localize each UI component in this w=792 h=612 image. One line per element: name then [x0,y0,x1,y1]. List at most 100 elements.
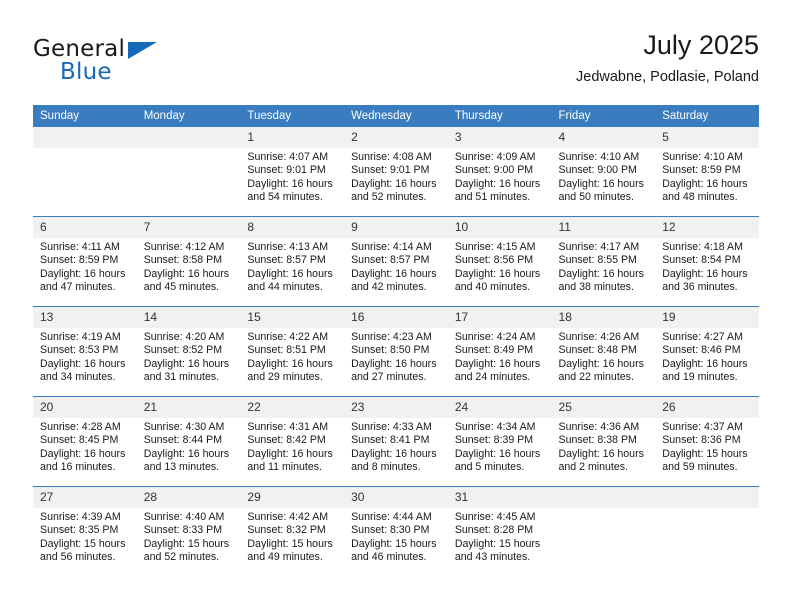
daylight-text-line1: Daylight: 16 hours [247,357,333,370]
week-row: 20 Sunrise: 4:28 AM Sunset: 8:45 PM Dayl… [33,396,759,487]
day-number: 24 [447,397,552,418]
day-cell[interactable]: 10 Sunrise: 4:15 AM Sunset: 8:56 PM Dayl… [447,216,552,307]
day-number: 25 [551,397,656,418]
day-cell[interactable]: 14 Sunrise: 4:20 AM Sunset: 8:52 PM Dayl… [136,306,241,397]
daylight-text-line1: Daylight: 16 hours [351,177,437,190]
day-cell[interactable]: 28 Sunrise: 4:40 AM Sunset: 8:33 PM Dayl… [136,486,241,576]
day-number: 30 [344,487,448,508]
day-cell[interactable]: 31 Sunrise: 4:45 AM Sunset: 8:28 PM Dayl… [447,486,552,576]
day-cell[interactable]: 15 Sunrise: 4:22 AM Sunset: 8:51 PM Dayl… [240,306,345,397]
day-cell[interactable]: 13 Sunrise: 4:19 AM Sunset: 8:53 PM Dayl… [33,306,137,397]
day-cell[interactable]: 16 Sunrise: 4:23 AM Sunset: 8:50 PM Dayl… [344,306,448,397]
daylight-text-line1: Daylight: 16 hours [143,267,230,280]
sunset-text: Sunset: 8:44 PM [143,434,223,447]
day-details: Sunrise: 4:42 AM Sunset: 8:32 PM Dayligh… [240,508,344,565]
day-details: Sunrise: 4:30 AM Sunset: 8:44 PM Dayligh… [137,418,241,475]
day-details: Sunrise: 4:10 AM Sunset: 8:59 PM Dayligh… [655,148,759,205]
day-details: Sunrise: 4:28 AM Sunset: 8:45 PM Dayligh… [33,418,137,475]
daylight-text-line2: and 44 minutes. [247,281,323,294]
weekday-header-monday: Monday [136,105,241,127]
sunset-text: Sunset: 8:59 PM [40,254,119,267]
day-cell[interactable]: 5 Sunrise: 4:10 AM Sunset: 8:59 PM Dayli… [655,126,759,217]
day-number [551,487,656,508]
day-cell[interactable]: 27 Sunrise: 4:39 AM Sunset: 8:35 PM Dayl… [33,486,137,576]
sunrise-text: Sunrise: 4:17 AM [558,241,640,253]
day-cell[interactable]: 21 Sunrise: 4:30 AM Sunset: 8:44 PM Dayl… [136,396,241,487]
day-cell[interactable]: 23 Sunrise: 4:33 AM Sunset: 8:41 PM Dayl… [344,396,448,487]
day-cell[interactable] [33,126,137,217]
sunset-text: Sunset: 8:41 PM [351,434,430,447]
day-number: 29 [240,487,345,508]
day-number: 12 [655,217,759,238]
day-cell[interactable]: 25 Sunrise: 4:36 AM Sunset: 8:38 PM Dayl… [551,396,656,487]
daylight-text-line2: and 22 minutes. [558,371,634,384]
sunset-text: Sunset: 8:58 PM [143,254,223,267]
day-number: 21 [136,397,241,418]
day-cell[interactable]: 9 Sunrise: 4:14 AM Sunset: 8:57 PM Dayli… [344,216,448,307]
sunset-text: Sunset: 8:56 PM [454,254,534,267]
day-cell[interactable]: 3 Sunrise: 4:09 AM Sunset: 9:00 PM Dayli… [447,126,552,217]
day-number: 4 [551,127,656,148]
week-row: 27 Sunrise: 4:39 AM Sunset: 8:35 PM Dayl… [33,486,759,576]
day-cell[interactable]: 2 Sunrise: 4:08 AM Sunset: 9:01 PM Dayli… [344,126,448,217]
day-cell[interactable]: 1 Sunrise: 4:07 AM Sunset: 9:01 PM Dayli… [240,126,345,217]
day-cell[interactable]: 8 Sunrise: 4:13 AM Sunset: 8:57 PM Dayli… [240,216,345,307]
sunset-text: Sunset: 8:46 PM [662,344,741,357]
day-cell[interactable] [551,486,656,576]
day-details [33,148,137,151]
daylight-text-line1: Daylight: 16 hours [662,357,748,370]
day-cell[interactable]: 26 Sunrise: 4:37 AM Sunset: 8:36 PM Dayl… [655,396,759,487]
sunrise-text: Sunrise: 4:23 AM [351,331,432,343]
sunset-text: Sunset: 8:39 PM [454,434,534,447]
day-cell[interactable]: 29 Sunrise: 4:42 AM Sunset: 8:32 PM Dayl… [240,486,345,576]
daylight-text-line1: Daylight: 16 hours [351,267,437,280]
day-cell[interactable]: 20 Sunrise: 4:28 AM Sunset: 8:45 PM Dayl… [33,396,137,487]
day-cell[interactable]: 18 Sunrise: 4:26 AM Sunset: 8:48 PM Dayl… [551,306,656,397]
day-details: Sunrise: 4:10 AM Sunset: 9:00 PM Dayligh… [552,148,656,205]
daylight-text-line1: Daylight: 16 hours [558,447,644,460]
day-cell[interactable]: 17 Sunrise: 4:24 AM Sunset: 8:49 PM Dayl… [447,306,552,397]
sunrise-text: Sunrise: 4:40 AM [143,511,225,523]
day-cell[interactable] [655,486,759,576]
sunrise-text: Sunrise: 4:15 AM [454,241,536,253]
sunrise-text: Sunrise: 4:14 AM [351,241,432,253]
weekday-header-wednesday: Wednesday [344,105,448,127]
day-cell[interactable]: 24 Sunrise: 4:34 AM Sunset: 8:39 PM Dayl… [447,396,552,487]
day-cell[interactable]: 6 Sunrise: 4:11 AM Sunset: 8:59 PM Dayli… [33,216,137,307]
sunset-text: Sunset: 8:35 PM [40,524,119,537]
sunrise-text: Sunrise: 4:44 AM [351,511,432,523]
sunrise-text: Sunrise: 4:42 AM [247,511,329,523]
day-cell[interactable]: 12 Sunrise: 4:18 AM Sunset: 8:54 PM Dayl… [655,216,759,307]
day-details: Sunrise: 4:19 AM Sunset: 8:53 PM Dayligh… [33,328,137,385]
day-details [552,508,656,511]
daylight-text-line2: and 54 minutes. [247,191,323,204]
day-cell[interactable]: 11 Sunrise: 4:17 AM Sunset: 8:55 PM Dayl… [551,216,656,307]
day-details: Sunrise: 4:45 AM Sunset: 8:28 PM Dayligh… [448,508,552,565]
daylight-text-line1: Daylight: 16 hours [40,447,126,460]
day-details: Sunrise: 4:22 AM Sunset: 8:51 PM Dayligh… [240,328,344,385]
day-cell[interactable]: 19 Sunrise: 4:27 AM Sunset: 8:46 PM Dayl… [655,306,759,397]
sunset-text: Sunset: 9:01 PM [247,164,326,177]
daylight-text-line2: and 36 minutes. [662,281,738,294]
sunrise-text: Sunrise: 4:30 AM [143,421,225,433]
daylight-text-line1: Daylight: 16 hours [351,447,437,460]
day-number: 26 [655,397,759,418]
day-cell[interactable]: 7 Sunrise: 4:12 AM Sunset: 8:58 PM Dayli… [136,216,241,307]
sunrise-text: Sunrise: 4:31 AM [247,421,329,433]
general-blue-logo[interactable]: General Blue [33,36,273,92]
sunset-text: Sunset: 8:38 PM [558,434,637,447]
day-cell[interactable]: 30 Sunrise: 4:44 AM Sunset: 8:30 PM Dayl… [344,486,448,576]
day-number: 5 [655,127,759,148]
sunset-text: Sunset: 8:52 PM [143,344,223,357]
week-row: 1 Sunrise: 4:07 AM Sunset: 9:01 PM Dayli… [33,126,759,217]
day-cell[interactable]: 22 Sunrise: 4:31 AM Sunset: 8:42 PM Dayl… [240,396,345,487]
sunset-text: Sunset: 8:30 PM [351,524,430,537]
sunset-text: Sunset: 8:55 PM [558,254,637,267]
sunset-text: Sunset: 8:42 PM [247,434,326,447]
sunrise-text: Sunrise: 4:28 AM [40,421,121,433]
day-cell[interactable] [136,126,241,217]
daylight-text-line2: and 50 minutes. [558,191,634,204]
sunset-text: Sunset: 8:53 PM [40,344,119,357]
day-cell[interactable]: 4 Sunrise: 4:10 AM Sunset: 9:00 PM Dayli… [551,126,656,217]
daylight-text-line2: and 45 minutes. [143,281,220,294]
